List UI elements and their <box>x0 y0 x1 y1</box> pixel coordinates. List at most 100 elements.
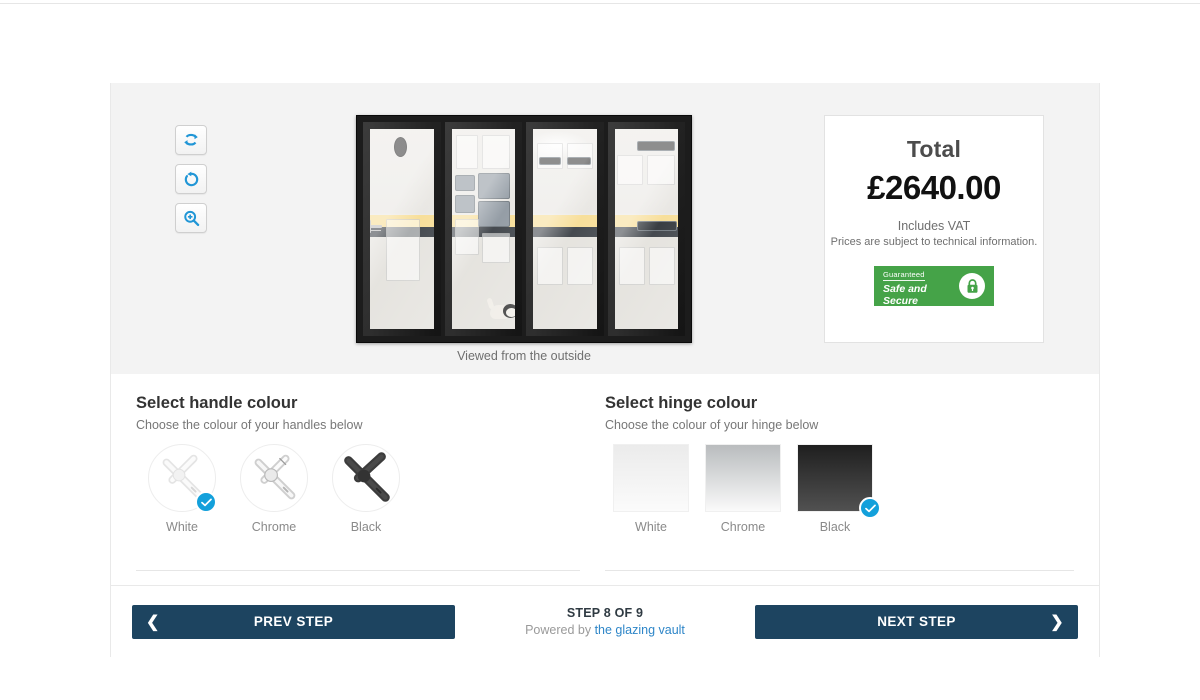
hinge-swatch-label: White <box>635 520 667 534</box>
selected-check-badge <box>859 497 881 519</box>
safe-and-secure-text: Guaranteed Safe and Secure <box>883 265 927 308</box>
scene-detail <box>618 247 645 285</box>
total-disclaimer: Prices are subject to technical informat… <box>830 236 1038 248</box>
hinge-preview-white <box>613 444 689 512</box>
page-top-rule <box>0 3 1200 4</box>
check-icon <box>864 504 876 512</box>
door-leaf <box>444 122 522 336</box>
glazing-vault-link[interactable]: the glazing vault <box>595 623 685 637</box>
handle-swatch-white[interactable]: White <box>136 444 228 534</box>
scene-detail <box>477 201 510 227</box>
badge-line-2: Secure <box>883 294 919 307</box>
powered-by: Powered by the glazing vault <box>455 623 755 637</box>
door-leaf <box>363 122 441 336</box>
scene-detail <box>537 247 563 285</box>
total-label: Total <box>906 136 962 162</box>
handle-preview-chrome <box>240 444 308 512</box>
prev-step-label: PREV STEP <box>253 614 334 629</box>
hinge-swatch-white[interactable]: White <box>605 444 697 534</box>
zoom-in-icon <box>183 210 199 226</box>
handle-preview-white <box>148 444 217 513</box>
prev-step-button[interactable]: ❮ PREV STEP <box>132 604 455 639</box>
scene-detail <box>648 247 675 285</box>
scene-detail <box>454 219 479 255</box>
scene-detail <box>616 155 643 185</box>
door-frame <box>356 115 692 343</box>
door-leaf <box>607 122 685 336</box>
handle-swatch-label: White <box>166 520 198 534</box>
step-indicator: STEP 8 OF 9 Powered by the glazing vault <box>455 606 755 637</box>
hinge-swatch-chrome[interactable]: Chrome <box>697 444 789 534</box>
hinge-swatch-label: Black <box>819 520 851 534</box>
scene-detail <box>636 141 675 151</box>
powered-by-prefix: Powered by <box>525 623 595 637</box>
check-icon <box>200 498 212 506</box>
scene-detail <box>636 221 677 231</box>
padlock-icon <box>959 273 985 299</box>
rotate-icon <box>184 171 198 186</box>
hinge-colour-swatches: White Chrome Black <box>605 444 1074 534</box>
door-handle-icon <box>254 454 296 500</box>
scene-detail <box>481 233 510 263</box>
view-tools <box>175 125 207 233</box>
hinge-section-divider <box>605 570 1074 571</box>
scene-detail <box>454 175 475 191</box>
scene-detail <box>539 157 561 165</box>
step-counter: STEP 8 OF 9 <box>566 606 644 620</box>
scene-detail <box>567 157 591 165</box>
handle-colour-title: Select handle colour <box>136 394 298 412</box>
hinge-preview-black <box>797 444 881 519</box>
padlock-glyph <box>967 278 977 293</box>
option-group-hinge-colour: Select hinge colour Choose the colour of… <box>605 394 1074 571</box>
options-area: Select handle colour Choose the colour o… <box>111 374 1099 571</box>
handle-preview-black <box>332 444 400 512</box>
scene-detail <box>455 135 478 169</box>
zoom-in-icon-button[interactable] <box>175 203 207 233</box>
handle-section-divider <box>136 570 580 571</box>
door-handle <box>369 220 382 233</box>
total-vat-note: Includes VAT <box>897 219 971 233</box>
scene-detail <box>394 137 407 157</box>
flip-horizontal-icon-button[interactable] <box>175 125 207 155</box>
hinge-preview-chrome <box>705 444 781 512</box>
hinge-colour-title: Select hinge colour <box>605 394 758 412</box>
scene-detail <box>646 155 675 185</box>
wizard-footer: ❮ PREV STEP STEP 8 OF 9 Powered by the g… <box>110 585 1100 657</box>
handle-swatch-black[interactable]: Black <box>320 444 412 534</box>
badge-line-1: Safe and <box>883 283 927 295</box>
option-group-handle-colour: Select handle colour Choose the colour o… <box>136 394 605 571</box>
chevron-right-icon: ❯ <box>1050 613 1064 631</box>
scene-detail <box>537 143 563 169</box>
total-panel: Total £2640.00 Includes VAT Prices are s… <box>824 115 1044 343</box>
preview-area: Viewed from the outside Total £2640.00 I… <box>111 83 1099 374</box>
scene-detail <box>454 195 475 213</box>
handle-colour-subtitle: Choose the colour of your handles below <box>136 418 363 432</box>
handle-swatch-label: Chrome <box>251 520 297 534</box>
view-caption: Viewed from the outside <box>457 349 591 363</box>
next-step-button[interactable]: NEXT STEP ❯ <box>755 604 1078 639</box>
hinge-colour-subtitle: Choose the colour of your hinge below <box>605 418 819 432</box>
door-glass <box>451 129 515 329</box>
safe-and-secure-badge: Guaranteed Safe and Secure <box>874 265 994 308</box>
door-preview-image[interactable] <box>356 115 692 343</box>
handle-colour-swatches: White Chrome Black <box>136 444 580 534</box>
scene-detail <box>481 135 510 169</box>
chevron-left-icon: ❮ <box>146 613 160 631</box>
total-amount: £2640.00 <box>867 169 1001 206</box>
scene-detail <box>567 143 593 169</box>
rotate-icon-button[interactable] <box>175 164 207 194</box>
door-leaf <box>526 122 604 336</box>
hinge-swatch-black[interactable]: Black <box>789 444 881 534</box>
selected-check-badge <box>195 491 217 513</box>
badge-eyebrow: Guaranteed <box>883 270 925 281</box>
handle-swatch-label: Black <box>350 520 382 534</box>
flip-horizontal-icon <box>184 133 198 146</box>
handle-swatch-chrome[interactable]: Chrome <box>228 444 320 534</box>
next-step-label: NEXT STEP <box>877 614 956 629</box>
scene-detail <box>386 219 420 281</box>
hinge-swatch-label: Chrome <box>720 520 766 534</box>
scene-detail <box>477 173 510 199</box>
door-configurator: Viewed from the outside Total £2640.00 I… <box>110 83 1100 657</box>
door-glass <box>614 129 678 329</box>
door-handle-icon <box>344 452 390 502</box>
